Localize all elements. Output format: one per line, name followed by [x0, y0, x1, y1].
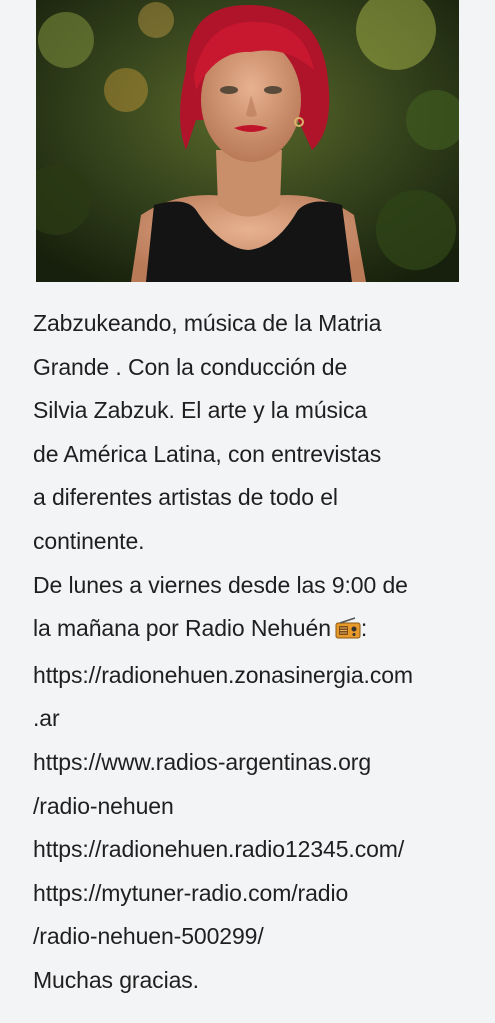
- link-radios-argentinas[interactable]: https://www.radios-argentinas.org: [33, 741, 483, 785]
- text-fragment: la mañana por Radio Nehuén: [33, 615, 331, 642]
- radio-icon: [335, 610, 361, 654]
- text-line: De lunes a viernes desde las 9:00 de: [33, 571, 408, 598]
- text-line: Grande . Con la conducción de: [33, 353, 348, 380]
- link-zonasinergia[interactable]: https://radionehuen.zonasinergia.com: [33, 654, 483, 698]
- link-zonasinergia-cont[interactable]: .ar: [33, 697, 483, 741]
- post-photo[interactable]: [36, 0, 459, 282]
- post-text: Zabzukeando, música de la Matria Grande …: [33, 302, 483, 1003]
- text-line: a diferentes artistas de todo el: [33, 484, 338, 511]
- text-line: Zabzukeando, música de la Matria: [33, 310, 382, 336]
- text-line: Silvia Zabzuk. El arte y la música: [33, 397, 368, 424]
- text-line-with-emoji: la mañana por Radio Nehuén:: [33, 607, 483, 654]
- link-radio12345[interactable]: https://radionehuen.radio12345.com/: [33, 828, 483, 872]
- text-fragment: :: [360, 615, 368, 642]
- portrait-photo-image: [36, 0, 459, 282]
- closing-text: Muchas gracias.: [33, 966, 199, 993]
- link-mytuner[interactable]: https://mytuner-radio.com/radio: [33, 872, 483, 916]
- link-radios-argentinas-cont[interactable]: /radio-nehuen: [33, 785, 483, 829]
- text-line: continente.: [33, 527, 145, 554]
- text-line: de América Latina, con entrevistas: [33, 440, 382, 467]
- link-mytuner-cont[interactable]: /radio-nehuen-500299/: [33, 915, 483, 959]
